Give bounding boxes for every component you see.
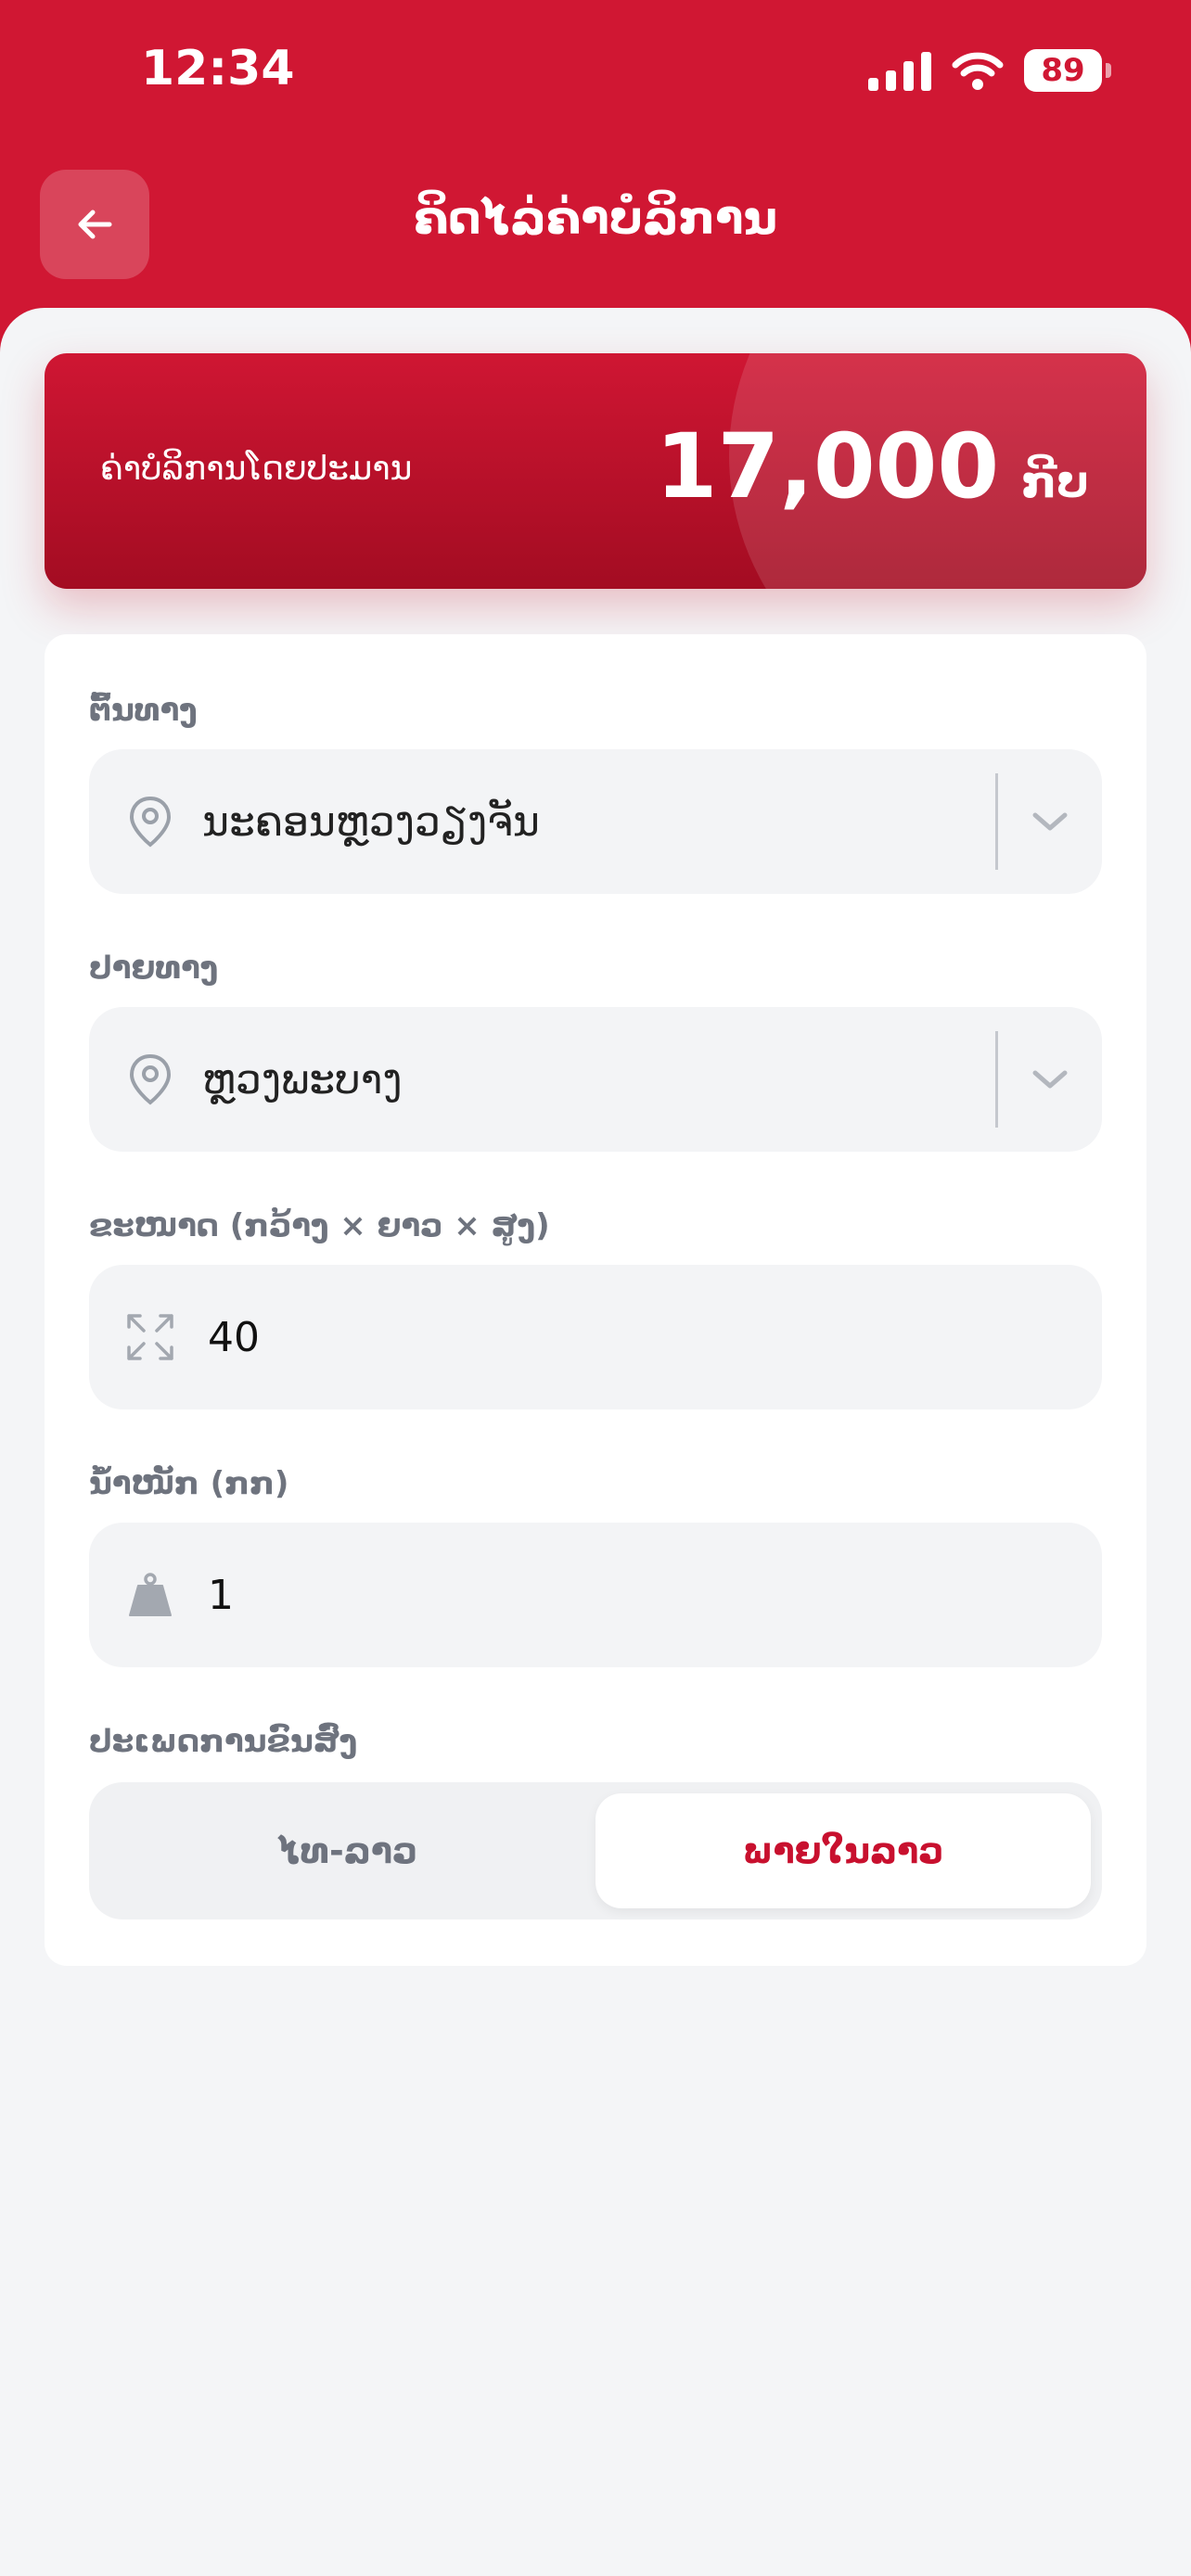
weight-field[interactable] <box>89 1523 1102 1667</box>
map-pin-icon <box>121 1052 180 1106</box>
origin-select[interactable]: ນະຄອນຫຼວງວຽງຈັນ <box>89 749 1102 894</box>
chevron-down-icon <box>998 1066 1102 1092</box>
status-icons: 89 <box>868 45 1111 96</box>
shipping-type-label: ປະເພດການຂົນສົ່ງ <box>89 1723 358 1760</box>
size-field[interactable] <box>89 1265 1102 1409</box>
destination-select[interactable]: ຫຼວງພະບາງ <box>89 1007 1102 1152</box>
status-time: 12:34 <box>141 41 295 96</box>
destination-label: ປາຍທາງ <box>89 950 219 987</box>
destination-value: ຫຼວງພະບາງ <box>202 1055 403 1103</box>
battery-level: 89 <box>1041 52 1085 89</box>
page-title: ຄິດໄລ່ຄ່າບໍລິການ <box>413 191 778 245</box>
size-label: ຂະໜາດ (ກວ້າງ × ຍາວ × ສູງ) <box>89 1207 550 1244</box>
map-pin-icon <box>121 795 180 848</box>
wifi-icon <box>952 52 1004 90</box>
weight-input[interactable] <box>208 1571 1102 1619</box>
cellular-signal-icon <box>868 50 931 91</box>
price-amount: 17,000 <box>655 414 1000 518</box>
chevron-down-icon <box>998 809 1102 835</box>
estimated-price-label: ຄ່າບໍລິການໂດຍປະມານ <box>100 450 413 488</box>
shipping-type-domestic[interactable]: ພາຍໃນລາວ <box>596 1793 1091 1908</box>
size-input[interactable] <box>208 1313 1102 1361</box>
expand-icon <box>121 1312 180 1362</box>
estimated-price-value: 17,000 ກີບ <box>656 414 1089 518</box>
battery-icon: 89 <box>1024 49 1111 92</box>
weight-icon <box>121 1571 180 1619</box>
price-currency: ກີບ <box>1021 456 1089 508</box>
shipping-type-toggle: ໄທ-ລາວ ພາຍໃນລາວ <box>89 1782 1102 1919</box>
app-header: 12:34 89 ຄິດໄລ່ຄ່າບໍລິການ <box>0 0 1191 352</box>
weight-label: ນ້ຳໜັກ (ກກ) <box>89 1465 289 1502</box>
origin-label: ຕົ້ນທາງ <box>89 692 198 729</box>
estimated-price-card: ຄ່າບໍລິການໂດຍປະມານ 17,000 ກີບ <box>45 353 1146 589</box>
origin-value: ນະຄອນຫຼວງວຽງຈັນ <box>202 797 540 846</box>
shipping-type-thai-lao[interactable]: ໄທ-ລາວ <box>100 1793 596 1908</box>
calculator-form: ຕົ້ນທາງ ນະຄອນຫຼວງວຽງຈັນ ປາຍທາງ ຫຼວງພະບາງ… <box>45 634 1146 1966</box>
